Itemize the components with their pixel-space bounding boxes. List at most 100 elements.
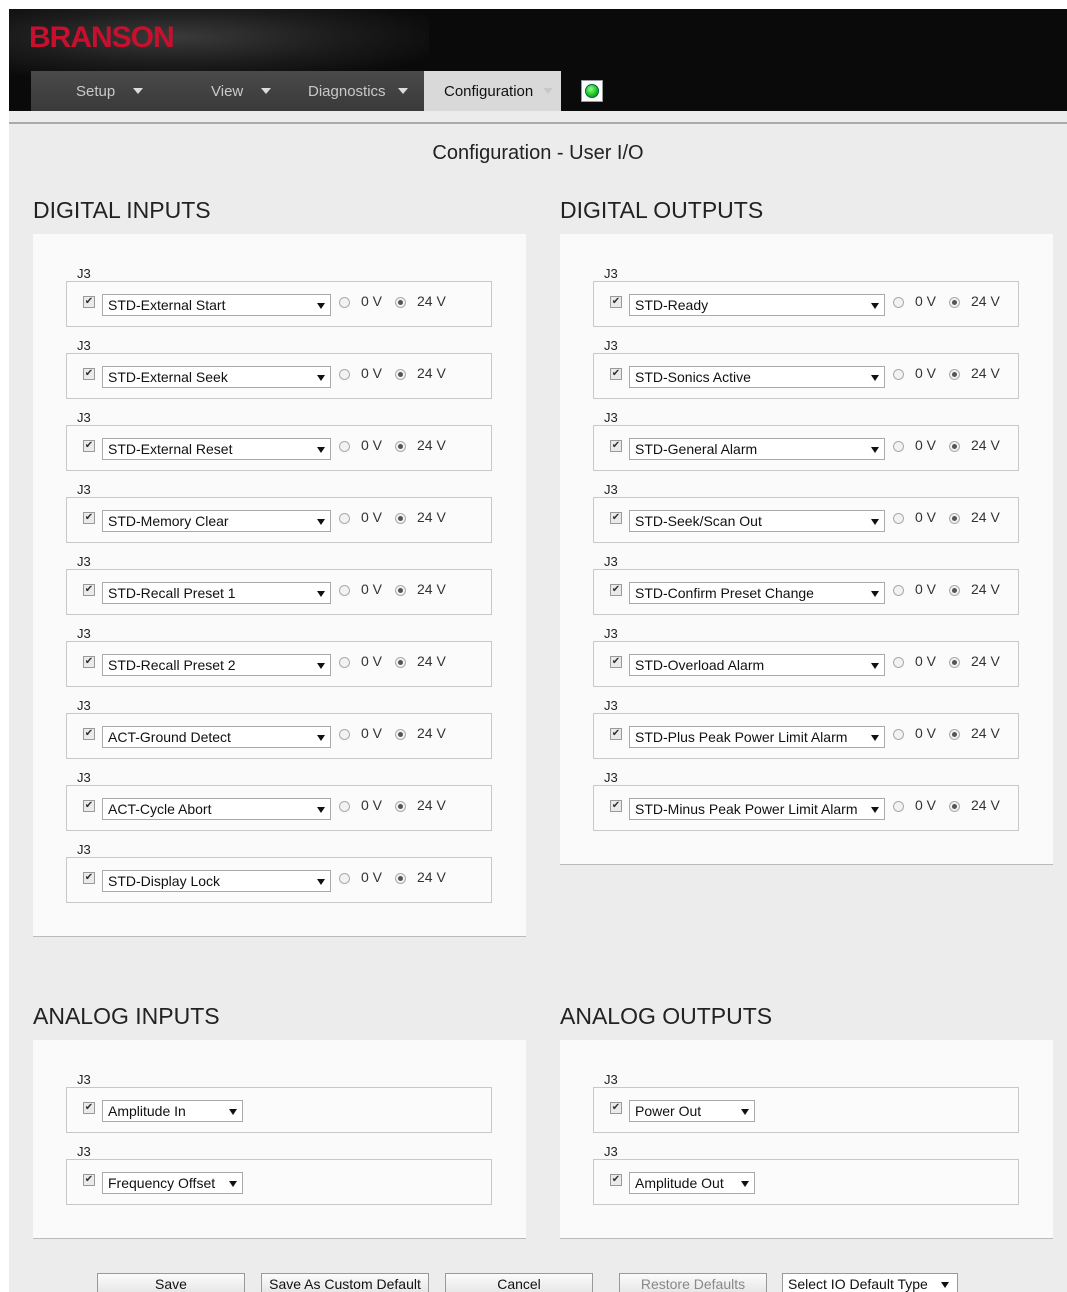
chevron-down-icon[interactable]	[543, 88, 554, 94]
enable-checkbox[interactable]: ✔	[83, 584, 95, 596]
io-default-type-select[interactable]: Select IO Default Type	[782, 1273, 958, 1292]
save-custom-default-button[interactable]: Save As Custom Default	[261, 1273, 429, 1292]
enable-checkbox[interactable]: ✔	[83, 800, 95, 812]
voltage-0v-radio[interactable]	[893, 441, 904, 452]
enable-checkbox[interactable]: ✔	[610, 296, 622, 308]
nav-configuration[interactable]: Configuration	[424, 71, 561, 111]
voltage-0v-radio[interactable]	[339, 873, 350, 884]
voltage-24v-radio[interactable]	[949, 585, 960, 596]
function-select[interactable]: STD-Seek/Scan Out	[629, 510, 885, 532]
nav-view[interactable]: View	[159, 71, 289, 111]
enable-checkbox[interactable]: ✔	[83, 1102, 95, 1114]
voltage-24v-radio[interactable]	[395, 585, 406, 596]
function-select[interactable]: ACT-Cycle Abort	[102, 798, 331, 820]
function-select[interactable]: STD-External Reset	[102, 438, 331, 460]
slot-box: ✔ Amplitude In	[66, 1087, 492, 1133]
function-select[interactable]: Amplitude In	[102, 1100, 243, 1122]
voltage-24v-radio[interactable]	[395, 729, 406, 740]
function-select[interactable]: Frequency Offset	[102, 1172, 243, 1194]
enable-checkbox[interactable]: ✔	[610, 656, 622, 668]
main-nav: Setup View Diagnostics Configuration	[31, 71, 561, 111]
save-button[interactable]: Save	[97, 1273, 245, 1292]
enable-checkbox[interactable]: ✔	[610, 584, 622, 596]
enable-checkbox[interactable]: ✔	[610, 440, 622, 452]
function-select[interactable]: STD-Recall Preset 2	[102, 654, 331, 676]
voltage-24v-radio[interactable]	[395, 801, 406, 812]
enable-checkbox[interactable]: ✔	[610, 728, 622, 740]
enable-checkbox[interactable]: ✔	[610, 800, 622, 812]
voltage-24v-radio[interactable]	[395, 657, 406, 668]
function-select[interactable]: STD-Plus Peak Power Limit Alarm	[629, 726, 885, 748]
restore-defaults-button[interactable]: Restore Defaults	[619, 1273, 767, 1292]
enable-checkbox[interactable]: ✔	[83, 368, 95, 380]
chevron-down-icon	[871, 447, 879, 453]
voltage-24v-radio[interactable]	[395, 441, 406, 452]
function-select[interactable]: STD-Recall Preset 1	[102, 582, 331, 604]
voltage-0v-radio[interactable]	[339, 369, 350, 380]
voltage-24v-radio[interactable]	[949, 801, 960, 812]
function-select[interactable]: Power Out	[629, 1100, 755, 1122]
voltage-0v-radio[interactable]	[339, 729, 350, 740]
voltage-0v-radio[interactable]	[339, 513, 350, 524]
chevron-down-icon[interactable]	[261, 88, 272, 94]
voltage-0v-radio[interactable]	[339, 441, 350, 452]
function-select-value: STD-External Start	[108, 297, 226, 313]
enable-checkbox[interactable]: ✔	[83, 728, 95, 740]
cancel-button[interactable]: Cancel	[445, 1273, 593, 1292]
voltage-24v-radio[interactable]	[949, 729, 960, 740]
chevron-down-icon[interactable]	[397, 88, 408, 94]
voltage-24v-radio[interactable]	[949, 441, 960, 452]
voltage-0v-radio[interactable]	[339, 585, 350, 596]
function-select[interactable]: STD-Overload Alarm	[629, 654, 885, 676]
nav-setup-label: Setup	[76, 82, 116, 100]
function-select[interactable]: ACT-Ground Detect	[102, 726, 331, 748]
voltage-0v-radio[interactable]	[339, 297, 350, 308]
enable-checkbox[interactable]: ✔	[83, 512, 95, 524]
function-select[interactable]: STD-Minus Peak Power Limit Alarm	[629, 798, 885, 820]
voltage-24v-label: 24 V	[417, 365, 446, 381]
slot-box: ✔ ACT-Cycle Abort 0 V 24 V	[66, 785, 492, 831]
voltage-24v-radio[interactable]	[395, 297, 406, 308]
voltage-0v-radio[interactable]	[339, 657, 350, 668]
function-select[interactable]: STD-Sonics Active	[629, 366, 885, 388]
voltage-24v-label: 24 V	[971, 437, 1000, 453]
voltage-24v-radio[interactable]	[949, 513, 960, 524]
voltage-24v-radio[interactable]	[395, 873, 406, 884]
voltage-24v-radio[interactable]	[949, 657, 960, 668]
enable-checkbox[interactable]: ✔	[610, 1102, 622, 1114]
enable-checkbox[interactable]: ✔	[610, 1174, 622, 1186]
enable-checkbox[interactable]: ✔	[83, 1174, 95, 1186]
enable-checkbox[interactable]: ✔	[610, 512, 622, 524]
enable-checkbox[interactable]: ✔	[83, 656, 95, 668]
voltage-0v-radio[interactable]	[893, 369, 904, 380]
voltage-0v-radio[interactable]	[893, 801, 904, 812]
function-select[interactable]: Amplitude Out	[629, 1172, 755, 1194]
voltage-24v-radio[interactable]	[949, 369, 960, 380]
function-select[interactable]: STD-Memory Clear	[102, 510, 331, 532]
nav-diagnostics[interactable]: Diagnostics	[289, 71, 424, 111]
voltage-24v-radio[interactable]	[395, 513, 406, 524]
voltage-0v-radio[interactable]	[893, 729, 904, 740]
voltage-0v-radio[interactable]	[893, 297, 904, 308]
enable-checkbox[interactable]: ✔	[83, 872, 95, 884]
enable-checkbox[interactable]: ✔	[610, 368, 622, 380]
function-select[interactable]: STD-External Start	[102, 294, 331, 316]
function-select[interactable]: STD-General Alarm	[629, 438, 885, 460]
analog-outputs-title: ANALOG OUTPUTS	[560, 1003, 773, 1029]
voltage-0v-radio[interactable]	[339, 801, 350, 812]
voltage-24v-label: 24 V	[417, 653, 446, 669]
nav-setup[interactable]: Setup	[31, 71, 159, 111]
enable-checkbox[interactable]: ✔	[83, 440, 95, 452]
chevron-down-icon[interactable]	[133, 88, 144, 94]
voltage-0v-radio[interactable]	[893, 585, 904, 596]
function-select[interactable]: STD-Confirm Preset Change	[629, 582, 885, 604]
voltage-0v-radio[interactable]	[893, 513, 904, 524]
function-select[interactable]: STD-Ready	[629, 294, 885, 316]
voltage-24v-radio[interactable]	[395, 369, 406, 380]
enable-checkbox[interactable]: ✔	[83, 296, 95, 308]
function-select[interactable]: STD-Display Lock	[102, 870, 331, 892]
voltage-0v-radio[interactable]	[893, 657, 904, 668]
voltage-24v-radio[interactable]	[949, 297, 960, 308]
header-bar: BRANSON Setup View Diagnostics Configura…	[9, 9, 1067, 111]
function-select[interactable]: STD-External Seek	[102, 366, 331, 388]
